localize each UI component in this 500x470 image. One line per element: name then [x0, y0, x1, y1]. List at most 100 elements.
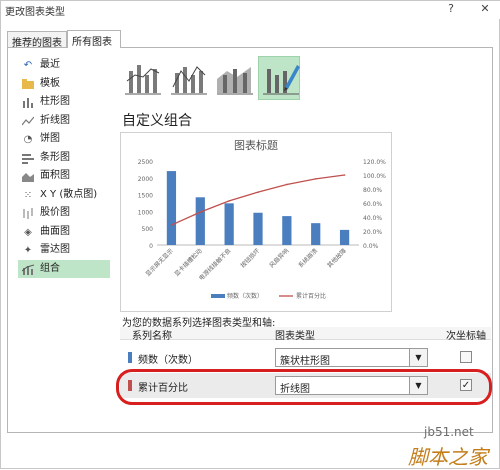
- y-tick-label: 500: [142, 226, 154, 233]
- combo-stacked-area-column-thumbnail[interactable]: [212, 56, 254, 100]
- bar-chart-icon: [22, 153, 34, 164]
- sidebar-item-surface[interactable]: ◈ 曲面图: [18, 223, 110, 242]
- sidebar-item-line[interactable]: 折线图: [18, 112, 110, 131]
- help-button[interactable]: ?: [441, 1, 461, 17]
- chart-type-value: 簇状柱形图: [280, 356, 330, 367]
- x-tick-label: 显示屏无显示: [144, 247, 174, 277]
- sidebar-item-label: 面积图: [40, 170, 70, 181]
- x-tick-label: 其他故障: [325, 247, 348, 270]
- sidebar-item-label: 雷达图: [40, 244, 70, 255]
- all-charts-panel: ↶ 最近 模板 柱形图 折线图 ◔ 饼图 条形图 面积图 ⁙ X Y (散点图) 股价…: [7, 47, 493, 433]
- chart-type-value: 折线图: [280, 384, 310, 395]
- combo-clustered-column-line-thumbnail[interactable]: [120, 56, 162, 100]
- bar: [282, 216, 292, 245]
- sidebar-item-label: 柱形图: [40, 96, 70, 107]
- close-button[interactable]: ✕: [475, 1, 495, 17]
- pie-chart-icon: ◔: [23, 134, 33, 145]
- bar: [253, 212, 263, 245]
- sidebar-item-label: X Y (散点图): [40, 188, 98, 200]
- series-row-cumulative-percent: 累计百分比 折线图 ▼ ✓: [120, 373, 491, 398]
- bar: [311, 223, 321, 245]
- tab-recommended-charts[interactable]: 推荐的图表: [7, 31, 67, 49]
- radar-chart-icon: ✦: [23, 245, 33, 256]
- y-tick-label: 1500: [138, 193, 153, 200]
- chart-preview: 图表标题 0 500 1000 1500 2000 2500 0.0% 20.0% 40.0% 6…: [120, 132, 392, 312]
- x-tick-label: 系统崩溃: [296, 247, 319, 270]
- sidebar-item-pie[interactable]: ◔ 饼图: [18, 130, 110, 149]
- sidebar-item-label: 折线图: [40, 114, 70, 126]
- secondary-axis-checkbox-checked[interactable]: ✓: [460, 379, 472, 391]
- series-color-marker: [128, 352, 132, 363]
- sidebar-item-combo[interactable]: 组合: [18, 259, 110, 278]
- y-tick-label: 2000: [138, 176, 153, 183]
- line-point: [343, 174, 346, 176]
- sidebar-item-area[interactable]: 面积图: [18, 167, 110, 186]
- bar: [224, 203, 234, 245]
- chart-title: 图表标题: [234, 138, 278, 152]
- sidebar-item-label: 饼图: [40, 133, 60, 144]
- y2-tick-label: 120.0%: [363, 159, 386, 166]
- legend-label: 累计百分比: [296, 292, 326, 300]
- series-name-header: 系列名称: [132, 331, 172, 342]
- combo-column-line-secondary-thumbnail[interactable]: [166, 56, 208, 100]
- series-color-marker: [128, 380, 132, 391]
- chart-category-list: ↶ 最近 模板 柱形图 折线图 ◔ 饼图 条形图 面积图 ⁙ X Y (散点图) 股价…: [18, 56, 110, 278]
- scatter-chart-icon: ⁙: [23, 189, 33, 201]
- y2-tick-label: 60.0%: [363, 201, 382, 208]
- combo-chart-svg: 图表标题 0 500 1000 1500 2000 2500 0.0% 20.0% 40.0% 6…: [138, 138, 386, 300]
- x-tick-label: 显卡插槽松动: [173, 247, 204, 278]
- sidebar-item-label: 模板: [40, 77, 60, 89]
- chevron-down-icon[interactable]: ▼: [409, 349, 427, 366]
- sidebar-item-stock[interactable]: 股价图: [18, 204, 110, 223]
- chart-type-select[interactable]: 折线图 ▼: [275, 376, 428, 395]
- dialog-title: 更改图表类型: [5, 7, 65, 18]
- tab-all-charts[interactable]: 所有图表: [67, 30, 121, 48]
- bar: [339, 229, 350, 245]
- sidebar-item-recent[interactable]: ↶ 最近: [18, 56, 110, 75]
- chevron-down-icon[interactable]: ▼: [409, 377, 427, 394]
- y-tick-label: 0: [149, 243, 153, 250]
- title-bar: 更改图表类型 ? ✕: [1, 1, 500, 19]
- y-tick-label: 1000: [138, 209, 153, 216]
- sidebar-item-label: 最近: [40, 59, 60, 70]
- folder-icon: [22, 78, 34, 90]
- y2-tick-label: 0.0%: [363, 243, 379, 250]
- section-title: 自定义组合: [122, 113, 192, 129]
- line-point: [170, 224, 173, 226]
- column-chart-icon: [22, 97, 34, 108]
- line-point: [314, 178, 317, 180]
- combo-chart-icon: [21, 264, 35, 275]
- y2-tick-label: 20.0%: [363, 229, 382, 236]
- series-row-frequency: 频数（次数） 簇状柱形图 ▼: [120, 345, 491, 370]
- legend-label: 频数（次数）: [227, 292, 263, 300]
- series-name: 频数（次数）: [138, 355, 198, 366]
- series-name: 累计百分比: [138, 383, 188, 394]
- chart-type-select[interactable]: 簇状柱形图 ▼: [275, 348, 428, 367]
- bar: [195, 197, 205, 245]
- change-chart-type-dialog: 更改图表类型 ? ✕ 推荐的图表 所有图表 ↶ 最近 模板 柱形图 折线图 ◔ 饼图…: [0, 0, 500, 469]
- secondary-axis-checkbox[interactable]: [460, 351, 472, 363]
- sidebar-item-radar[interactable]: ✦ 雷达图: [18, 241, 110, 260]
- sidebar-item-label: 组合: [40, 262, 60, 274]
- bar: [166, 171, 177, 245]
- chart-type-header: 图表类型: [275, 331, 315, 342]
- y2-tick-label: 100.0%: [363, 173, 386, 180]
- watermark-brand: 脚本之家: [408, 445, 488, 469]
- line-point: [257, 191, 259, 193]
- sidebar-item-column[interactable]: 柱形图: [18, 93, 110, 112]
- y2-tick-label: 80.0%: [363, 187, 382, 194]
- sidebar-item-templates[interactable]: 模板: [18, 75, 110, 94]
- sidebar-item-label: 股价图: [40, 207, 70, 218]
- sidebar-item-scatter[interactable]: ⁙ X Y (散点图): [18, 186, 110, 205]
- x-tick-label: 按钮损坏: [239, 247, 262, 270]
- watermark-url: jb51.net: [424, 425, 474, 439]
- secondary-axis-header: 次坐标轴: [446, 331, 486, 342]
- y-tick-label: 2500: [138, 159, 153, 166]
- legend-swatch-bar: [211, 294, 225, 298]
- combo-custom-thumbnail[interactable]: [258, 56, 300, 100]
- y2-tick-label: 40.0%: [363, 215, 382, 222]
- line-point: [199, 211, 202, 213]
- sidebar-item-label: 曲面图: [40, 225, 70, 237]
- x-tick-label: 风扇异响: [268, 247, 291, 270]
- sidebar-item-bar[interactable]: 条形图: [18, 149, 110, 168]
